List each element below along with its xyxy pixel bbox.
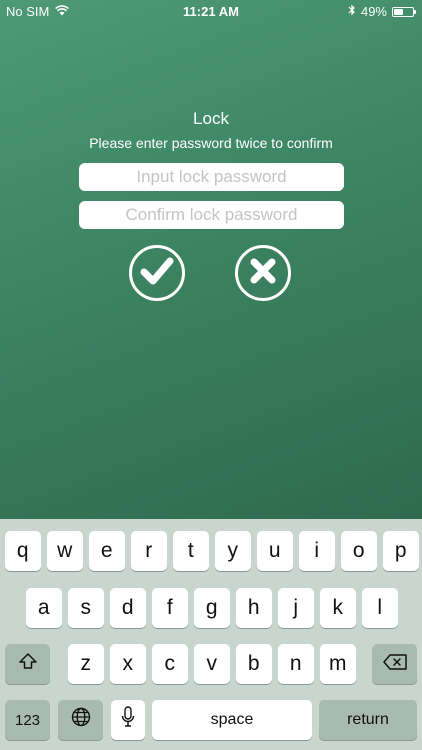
key-s[interactable]: s xyxy=(68,588,104,628)
globe-key[interactable] xyxy=(58,700,103,740)
bluetooth-icon xyxy=(348,4,356,19)
checkmark-icon xyxy=(140,256,174,291)
backspace-icon xyxy=(382,652,407,676)
key-a[interactable]: a xyxy=(26,588,62,628)
key-r[interactable]: r xyxy=(131,531,167,571)
cancel-button[interactable] xyxy=(235,245,291,301)
confirm-password-input[interactable] xyxy=(79,201,344,229)
delete-key[interactable] xyxy=(372,644,417,684)
key-z[interactable]: z xyxy=(68,644,104,684)
key-k[interactable]: k xyxy=(320,588,356,628)
key-e[interactable]: e xyxy=(89,531,125,571)
shift-icon xyxy=(18,652,38,676)
key-y[interactable]: y xyxy=(215,531,251,571)
globe-icon xyxy=(71,707,91,733)
page-title: Lock xyxy=(193,109,229,128)
dictation-key[interactable] xyxy=(111,700,145,740)
key-c[interactable]: c xyxy=(152,644,188,684)
close-icon xyxy=(249,257,277,290)
key-i[interactable]: i xyxy=(299,531,335,571)
key-x[interactable]: x xyxy=(110,644,146,684)
key-q[interactable]: q xyxy=(5,531,41,571)
battery-icon xyxy=(392,6,416,17)
key-w[interactable]: w xyxy=(47,531,83,571)
key-l[interactable]: l xyxy=(362,588,398,628)
lock-password-input[interactable] xyxy=(79,163,344,191)
key-u[interactable]: u xyxy=(257,531,293,571)
key-j[interactable]: j xyxy=(278,588,314,628)
return-key[interactable]: return xyxy=(319,700,417,740)
confirm-button[interactable] xyxy=(129,245,185,301)
key-o[interactable]: o xyxy=(341,531,377,571)
space-key[interactable]: space xyxy=(152,700,312,740)
microphone-icon xyxy=(121,706,135,734)
key-t[interactable]: t xyxy=(173,531,209,571)
keyboard: 123 space return qwertyuiop asdfghjkl zxcv… xyxy=(0,519,422,750)
key-b[interactable]: b xyxy=(236,644,272,684)
key-n[interactable]: n xyxy=(278,644,314,684)
status-bar: No SIM 11:21 AM 49% xyxy=(0,0,422,24)
key-m[interactable]: m xyxy=(320,644,356,684)
key-v[interactable]: v xyxy=(194,644,230,684)
shift-key[interactable] xyxy=(5,644,50,684)
key-g[interactable]: g xyxy=(194,588,230,628)
lock-screen: No SIM 11:21 AM 49% Lock Please enter pa… xyxy=(0,0,422,519)
key-d[interactable]: d xyxy=(110,588,146,628)
key-p[interactable]: p xyxy=(383,531,419,571)
battery-percent: 49% xyxy=(360,4,387,19)
numbers-key[interactable]: 123 xyxy=(5,700,50,740)
instructions-text: Please enter password twice to confirm xyxy=(89,135,333,151)
key-f[interactable]: f xyxy=(152,588,188,628)
key-h[interactable]: h xyxy=(236,588,272,628)
